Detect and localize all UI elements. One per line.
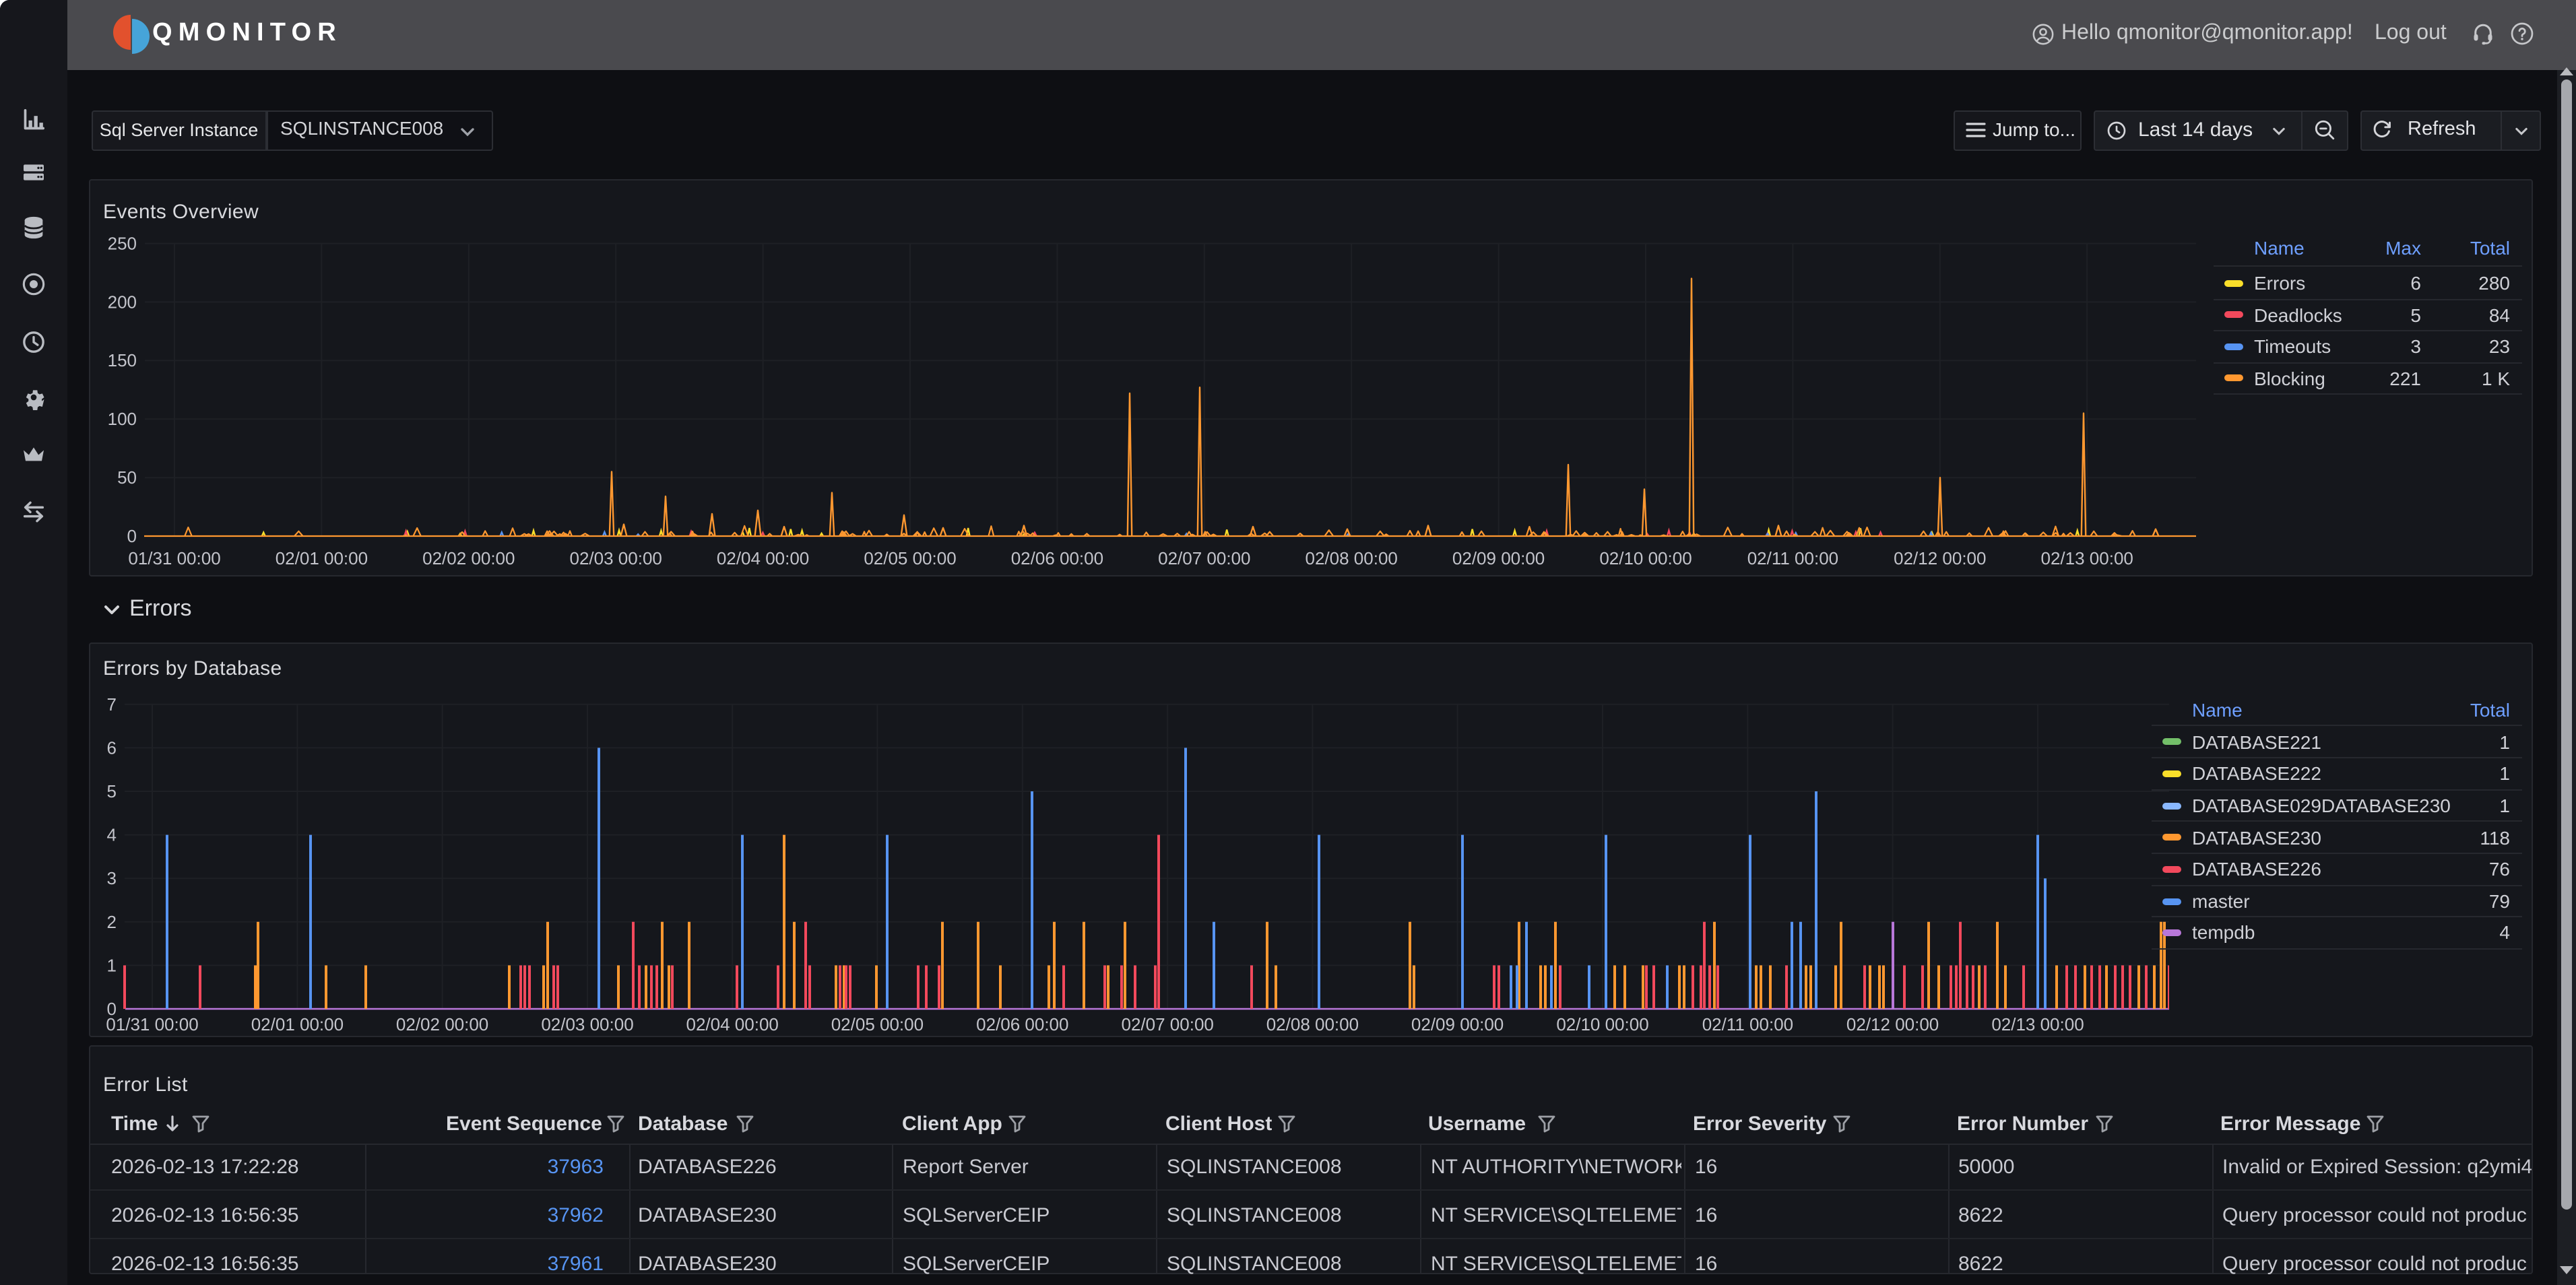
svg-text:200: 200	[108, 292, 137, 312]
svg-text:02/13 00:00: 02/13 00:00	[1991, 1014, 2084, 1034]
svg-text:02/06 00:00: 02/06 00:00	[976, 1014, 1068, 1034]
svg-text:02/08 00:00: 02/08 00:00	[1266, 1014, 1359, 1034]
svg-text:100: 100	[108, 409, 137, 429]
svg-text:02/10 00:00: 02/10 00:00	[1599, 548, 1692, 568]
svg-text:02/03 00:00: 02/03 00:00	[570, 548, 662, 568]
svg-text:3: 3	[107, 868, 117, 888]
svg-text:02/07 00:00: 02/07 00:00	[1122, 1014, 1214, 1034]
svg-text:5: 5	[107, 781, 117, 801]
svg-text:02/12 00:00: 02/12 00:00	[1846, 1014, 1939, 1034]
svg-text:02/04 00:00: 02/04 00:00	[686, 1014, 779, 1034]
svg-text:02/09 00:00: 02/09 00:00	[1452, 548, 1545, 568]
svg-text:02/01 00:00: 02/01 00:00	[251, 1014, 344, 1034]
svg-text:02/03 00:00: 02/03 00:00	[541, 1014, 633, 1034]
svg-text:0: 0	[127, 526, 137, 546]
svg-text:02/11 00:00: 02/11 00:00	[1702, 1014, 1793, 1034]
svg-text:02/06 00:00: 02/06 00:00	[1011, 548, 1103, 568]
svg-text:02/05 00:00: 02/05 00:00	[864, 548, 956, 568]
svg-text:01/31 00:00: 01/31 00:00	[106, 1014, 198, 1034]
svg-text:02/07 00:00: 02/07 00:00	[1158, 548, 1250, 568]
svg-text:02/04 00:00: 02/04 00:00	[717, 548, 809, 568]
svg-text:50: 50	[117, 467, 137, 488]
svg-text:02/09 00:00: 02/09 00:00	[1411, 1014, 1504, 1034]
svg-text:2: 2	[107, 912, 117, 932]
svg-text:1: 1	[107, 955, 117, 975]
svg-text:02/01 00:00: 02/01 00:00	[276, 548, 368, 568]
svg-text:02/13 00:00: 02/13 00:00	[2041, 548, 2133, 568]
svg-text:02/11 00:00: 02/11 00:00	[1747, 548, 1838, 568]
svg-text:6: 6	[107, 737, 117, 758]
svg-text:02/10 00:00: 02/10 00:00	[1556, 1014, 1648, 1034]
svg-text:02/02 00:00: 02/02 00:00	[422, 548, 515, 568]
svg-text:02/12 00:00: 02/12 00:00	[1894, 548, 1986, 568]
svg-text:02/05 00:00: 02/05 00:00	[831, 1014, 924, 1034]
svg-text:02/02 00:00: 02/02 00:00	[396, 1014, 488, 1034]
svg-text:150: 150	[108, 350, 137, 370]
svg-text:4: 4	[107, 825, 117, 845]
svg-text:7: 7	[107, 694, 117, 715]
svg-text:01/31 00:00: 01/31 00:00	[128, 548, 220, 568]
svg-text:250: 250	[108, 233, 137, 253]
svg-text:02/08 00:00: 02/08 00:00	[1306, 548, 1398, 568]
